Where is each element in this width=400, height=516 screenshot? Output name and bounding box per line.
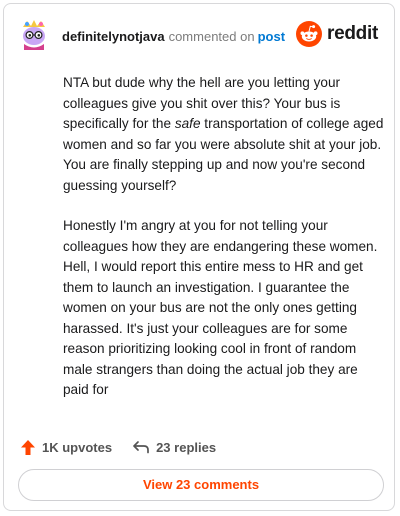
reddit-wordmark: reddit xyxy=(327,23,378,44)
view-comments-button[interactable]: View 23 comments xyxy=(18,469,384,501)
reddit-brand[interactable]: reddit xyxy=(296,21,378,47)
username[interactable]: definitelynotjava xyxy=(62,29,165,44)
comment-card: definitelynotjava commented on post reddit… xyxy=(3,3,395,511)
comment-paragraph-2: Honestly I'm angry at you for not tellin… xyxy=(63,216,385,401)
comment-header: definitelynotjava commented on post reddit xyxy=(18,18,380,54)
reply-count: 23 replies xyxy=(156,439,217,455)
comment-meta: definitelynotjava commented on post xyxy=(62,29,285,45)
reply-arrow-icon xyxy=(133,441,149,454)
comment-body: NTA but dude why the hell are you lettin… xyxy=(63,73,385,421)
reddit-logo-icon xyxy=(296,21,323,47)
post-link[interactable]: post xyxy=(258,29,285,44)
comment-paragraph-1: NTA but dude why the hell are you lettin… xyxy=(63,73,385,196)
paragraph-1-emphasis: safe xyxy=(174,116,201,131)
replies-button[interactable]: 23 replies xyxy=(132,440,216,455)
avatar[interactable] xyxy=(18,18,50,50)
paragraph-2-text: Honestly I'm angry at you for not tellin… xyxy=(63,218,378,397)
upvote-count: 1K upvotes xyxy=(42,439,113,455)
upvote-arrow-icon xyxy=(21,439,35,455)
commented-on-label: commented on xyxy=(168,29,255,44)
comment-actions: 1K upvotes 23 replies xyxy=(20,435,216,459)
upvote-button[interactable]: 1K upvotes xyxy=(20,439,112,456)
